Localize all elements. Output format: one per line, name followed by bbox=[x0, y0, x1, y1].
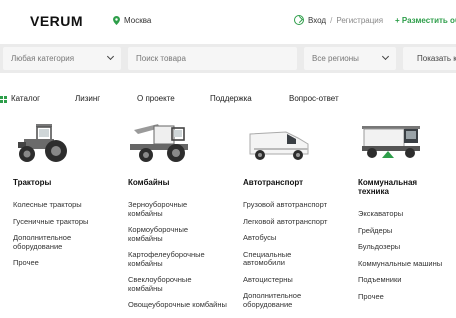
nav-about[interactable]: О проекте bbox=[137, 94, 175, 103]
location-pin-icon bbox=[113, 16, 120, 25]
logo[interactable]: VERUM bbox=[30, 13, 83, 29]
catalog-grid-icon bbox=[0, 96, 7, 103]
login-area: Вход / Регистрация bbox=[294, 15, 383, 25]
show-button[interactable]: Показать к bbox=[403, 47, 456, 70]
tractor-image[interactable] bbox=[16, 120, 74, 164]
catalog-link[interactable]: Экскаваторы bbox=[358, 209, 456, 219]
catalog-link[interactable]: Кормоуборочные комбайны bbox=[128, 225, 208, 243]
catalog-link[interactable]: Грузовой автотранспорт bbox=[243, 200, 351, 210]
catalog-link[interactable]: Дополнительное оборудование bbox=[243, 291, 313, 309]
combine-image[interactable] bbox=[128, 120, 192, 164]
catalog-list-tractors: Колесные тракторы Гусеничные тракторы До… bbox=[13, 200, 118, 276]
catalog-link[interactable]: Свеклоуборочные комбайны bbox=[128, 275, 208, 293]
catalog-link[interactable]: Дополнительное оборудование bbox=[13, 233, 91, 251]
catalog-title-municipal[interactable]: Коммунальная техника bbox=[358, 178, 438, 196]
city-selector[interactable]: Москва bbox=[113, 16, 151, 25]
login-icon bbox=[294, 15, 304, 25]
catalog-link[interactable]: Грейдеры bbox=[358, 226, 456, 236]
catalog-column-municipal bbox=[360, 120, 424, 164]
catalog-list-combines: Зерноуборочные комбайны Кормоуборочные к… bbox=[128, 200, 228, 318]
region-placeholder: Все регионы bbox=[312, 54, 359, 63]
catalog-column-transport bbox=[246, 120, 312, 164]
category-placeholder: Любая категория bbox=[11, 54, 75, 63]
search-bar: Любая категория Поиск товара Все регионы… bbox=[0, 44, 456, 73]
login-link[interactable]: Вход bbox=[308, 16, 326, 25]
catalog-link[interactable]: Зерноуборочные комбайны bbox=[128, 200, 208, 218]
catalog-link[interactable]: Подъемники bbox=[358, 275, 456, 285]
catalog-link[interactable]: Овощеуборочные комбайны bbox=[128, 300, 228, 310]
catalog-link[interactable]: Автоцистерны bbox=[243, 275, 351, 285]
chevron-down-icon bbox=[106, 52, 115, 61]
van-image[interactable] bbox=[246, 120, 312, 164]
catalog-title-tractors[interactable]: Тракторы bbox=[13, 178, 51, 187]
nav-faq[interactable]: Вопрос-ответ bbox=[289, 94, 339, 103]
chevron-down-icon bbox=[381, 52, 390, 61]
catalog-title-transport[interactable]: Автотранспорт bbox=[243, 178, 303, 187]
post-ad-button[interactable]: + Разместить об bbox=[395, 16, 456, 25]
catalog-link[interactable]: Колесные тракторы bbox=[13, 200, 118, 210]
region-select[interactable]: Все регионы bbox=[304, 47, 396, 70]
city-label: Москва bbox=[124, 16, 152, 25]
search-input[interactable]: Поиск товара bbox=[128, 47, 297, 70]
catalog-link[interactable]: Прочее bbox=[358, 292, 456, 302]
catalog-list-transport: Грузовой автотранспорт Легковой автотран… bbox=[243, 200, 351, 317]
catalog-list-municipal: Экскаваторы Грейдеры Бульдозеры Коммунал… bbox=[358, 209, 456, 309]
category-select[interactable]: Любая категория bbox=[3, 47, 121, 70]
header: VERUM Москва Вход / Регистрация + Размес… bbox=[0, 0, 456, 42]
main-nav: Каталог Лизинг О проекте Поддержка Вопро… bbox=[0, 86, 456, 112]
catalog-link[interactable]: Коммунальные машины bbox=[358, 259, 456, 269]
catalog-link[interactable]: Специальные автомобили bbox=[243, 250, 303, 268]
search-placeholder: Поиск товара bbox=[136, 54, 186, 63]
catalog-link[interactable]: Автобусы bbox=[243, 233, 351, 243]
catalog-link[interactable]: Прочее bbox=[13, 258, 118, 268]
nav-catalog[interactable]: Каталог bbox=[11, 94, 40, 103]
street-sweeper-image[interactable] bbox=[360, 120, 424, 164]
catalog-title-combines[interactable]: Комбайны bbox=[128, 178, 169, 187]
catalog-column-combines bbox=[128, 120, 192, 164]
catalog-link[interactable]: Гусеничные тракторы bbox=[13, 217, 118, 227]
catalog-link[interactable]: Легковой автотранспорт bbox=[243, 217, 351, 227]
nav-support[interactable]: Поддержка bbox=[210, 94, 252, 103]
register-link[interactable]: Регистрация bbox=[336, 16, 383, 25]
catalog-link[interactable]: Картофелеуборочные комбайны bbox=[128, 250, 228, 268]
show-label: Показать к bbox=[417, 54, 456, 63]
catalog-link[interactable]: Бульдозеры bbox=[358, 242, 456, 252]
catalog-column-tractors bbox=[16, 120, 74, 164]
login-separator: / bbox=[330, 15, 333, 25]
nav-leasing[interactable]: Лизинг bbox=[75, 94, 100, 103]
